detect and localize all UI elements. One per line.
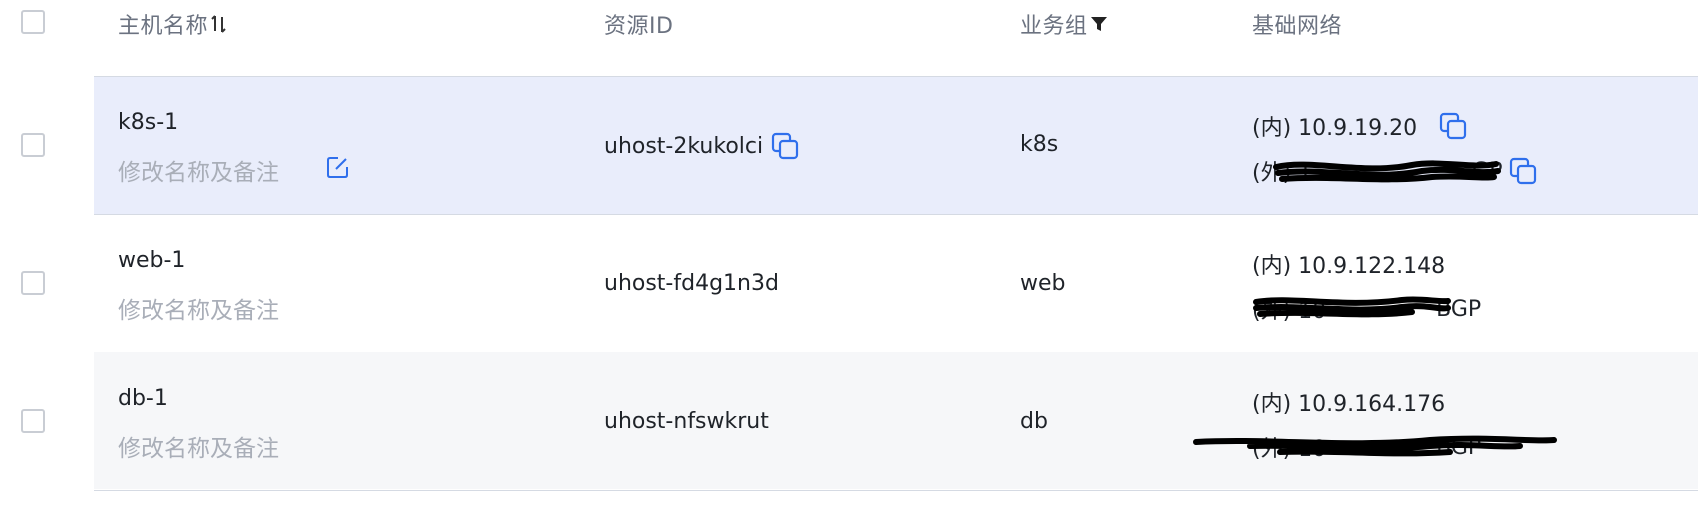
copy-icon[interactable] — [771, 132, 799, 160]
inner-ip: (内) 10.9.19.20 — [1252, 116, 1418, 141]
outer-ip-cell: (外) 10 BGP — [1252, 293, 1481, 325]
select-all-checkbox[interactable] — [21, 10, 45, 34]
outer-ip-suffix: BGP — [1436, 434, 1482, 460]
edit-icon[interactable] — [326, 155, 350, 179]
business-group: db — [1020, 409, 1048, 434]
column-header-base-network-label: 基础网络 — [1252, 14, 1343, 39]
resource-id: uhost-fd4g1n3d — [604, 271, 779, 296]
row-divider — [94, 490, 1698, 491]
resource-id: uhost-nfswkrut — [604, 409, 769, 434]
outer-ip: (外) 10 — [1252, 299, 1327, 324]
edit-remark-link[interactable]: 修改名称及备注 — [118, 153, 279, 187]
column-header-base-network: 基础网络 — [1252, 8, 1342, 40]
business-group: web — [1020, 271, 1066, 296]
inner-ip: (内) 10.9.122.148 — [1252, 254, 1446, 279]
sort-icon[interactable] — [210, 13, 228, 35]
column-header-resource-id-label: 资源ID — [604, 14, 674, 39]
row-checkbox[interactable] — [21, 133, 45, 157]
outer-ip-cell: (外) 1 GP — [1252, 155, 1537, 187]
outer-ip: (外) 10 — [1252, 437, 1327, 462]
edit-remark-link[interactable]: 修改名称及备注 — [118, 429, 279, 463]
business-group: k8s — [1020, 132, 1059, 157]
table-header: 主机名称 资源ID 业务组 基础网络 — [0, 0, 1698, 77]
column-header-business-group[interactable]: 业务组 — [1020, 8, 1108, 40]
row-checkbox[interactable] — [21, 409, 45, 433]
table-row[interactable] — [94, 352, 1698, 489]
table-row[interactable] — [94, 215, 1698, 352]
outer-ip-suffix: BGP — [1436, 296, 1482, 322]
column-header-resource-id: 资源ID — [604, 8, 673, 40]
row-checkbox[interactable] — [21, 271, 45, 295]
column-header-host-name[interactable]: 主机名称 — [118, 8, 228, 40]
host-name: db-1 — [118, 386, 168, 411]
column-header-business-group-label: 业务组 — [1020, 14, 1088, 39]
copy-icon[interactable] — [1439, 112, 1467, 140]
host-name: k8s-1 — [118, 110, 179, 135]
resource-id-cell: uhost-2kukolci — [604, 132, 799, 160]
outer-ip-suffix: GP — [1472, 158, 1503, 184]
edit-remark-link[interactable]: 修改名称及备注 — [118, 291, 279, 325]
outer-ip: (外) 1 — [1252, 161, 1313, 186]
inner-ip: (内) 10.9.164.176 — [1252, 392, 1446, 417]
resource-id: uhost-2kukolci — [604, 133, 764, 159]
filter-icon[interactable] — [1090, 14, 1108, 34]
column-header-host-name-label: 主机名称 — [118, 14, 209, 39]
outer-ip-cell: (外) 10 BGP — [1252, 431, 1481, 463]
copy-icon[interactable] — [1509, 157, 1537, 185]
table-row[interactable] — [94, 77, 1698, 214]
inner-ip-cell: (内) 10.9.19.20 — [1252, 110, 1467, 142]
host-name: web-1 — [118, 248, 186, 273]
